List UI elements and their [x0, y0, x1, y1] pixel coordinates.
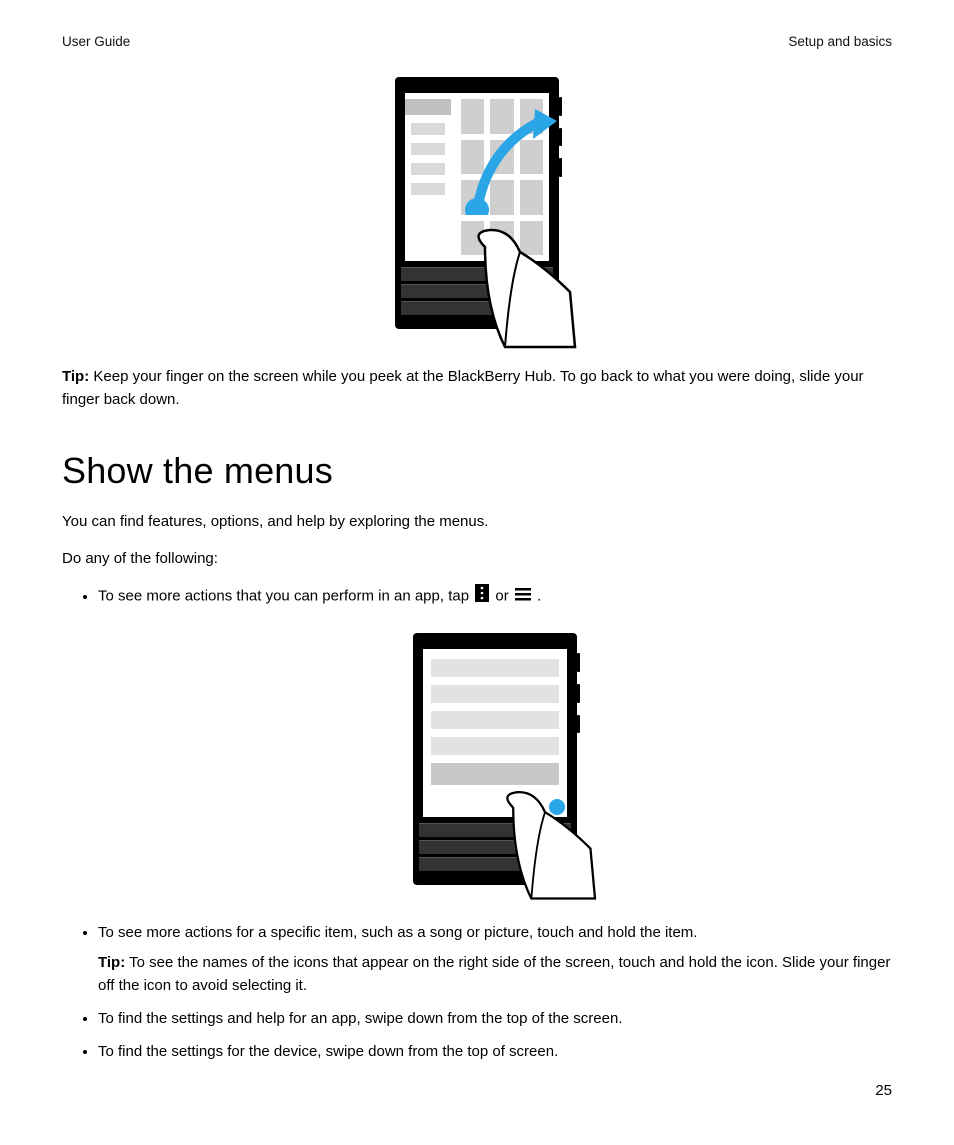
bullet-4: To find the settings for the device, swi… — [98, 1040, 892, 1063]
bullet-1-text-c: . — [537, 588, 541, 605]
bullet-2-text: To see more actions for a specific item,… — [98, 924, 697, 941]
hamburger-menu-icon — [515, 585, 531, 608]
bullet-1: To see more actions that you can perform… — [98, 584, 892, 885]
bullet-1-text-b: or — [495, 588, 513, 605]
menu-tap-illustration — [98, 633, 892, 885]
bullet-2-tip-label: Tip: — [98, 954, 125, 971]
swipe-arrow-icon — [457, 105, 557, 215]
intro-2: Do any of the following: — [62, 547, 892, 570]
tip-text: Keep your finger on the screen while you… — [62, 368, 864, 408]
bullet-1-text-a: To see more actions that you can perform… — [98, 588, 473, 605]
intro-1: You can find features, options, and help… — [62, 510, 892, 533]
bullet-3: To find the settings and help for an app… — [98, 1007, 892, 1030]
thumb-icon — [495, 789, 595, 899]
peek-gesture-illustration — [62, 77, 892, 329]
page-number: 25 — [875, 1082, 892, 1099]
bullet-2-tip-text: To see the names of the icons that appea… — [98, 954, 890, 994]
tip-label: Tip: — [62, 368, 89, 385]
header-right: Setup and basics — [788, 34, 892, 49]
thumb-icon — [465, 227, 575, 347]
more-vertical-icon — [475, 584, 489, 609]
section-title: Show the menus — [62, 450, 892, 492]
header-left: User Guide — [62, 34, 130, 49]
tip-paragraph-1: Tip: Keep your finger on the screen whil… — [62, 365, 892, 412]
bullet-2: To see more actions for a specific item,… — [98, 921, 892, 997]
